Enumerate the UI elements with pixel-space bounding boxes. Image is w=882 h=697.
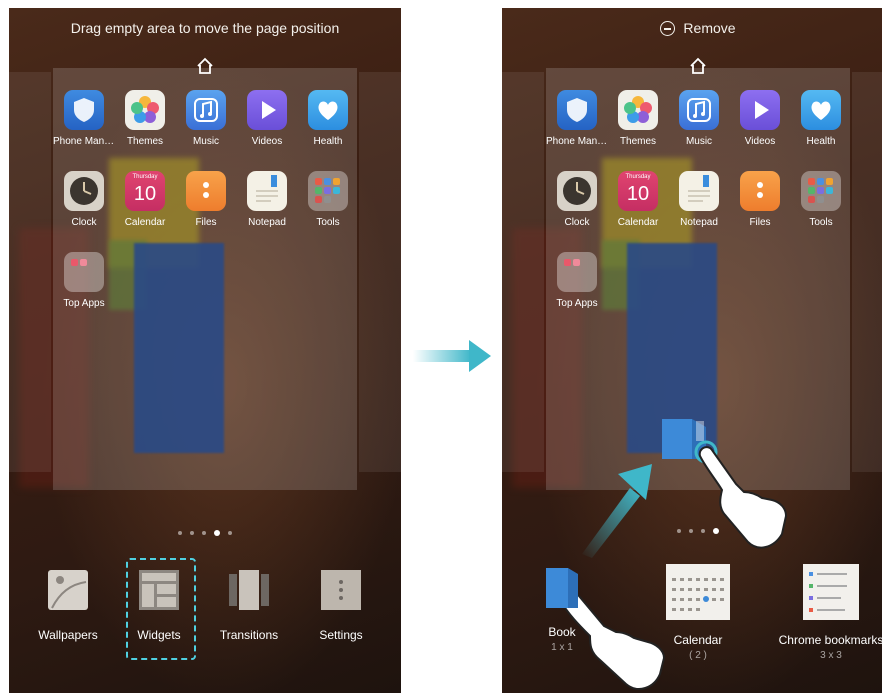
page-indicator[interactable] — [502, 520, 882, 538]
app-music[interactable]: Music — [668, 90, 730, 147]
app-files[interactable]: Files — [175, 171, 237, 228]
remove-drop-zone[interactable]: Remove — [502, 20, 882, 36]
transitions-button[interactable]: Transitions — [209, 568, 289, 642]
app-themes[interactable]: Themes — [114, 90, 176, 147]
flower-icon — [618, 90, 658, 130]
notepad-icon — [247, 171, 287, 211]
home-icon[interactable] — [688, 56, 708, 76]
app-clock[interactable]: Clock — [53, 171, 115, 228]
play-icon — [247, 90, 287, 130]
calendar-widget-icon — [666, 564, 730, 620]
right-phone-screen: Remove Phone Mana.. Themes Music Videos — [502, 8, 882, 693]
prev-page-preview[interactable] — [9, 72, 51, 472]
more-dots-icon — [319, 568, 363, 612]
clock-icon — [64, 171, 104, 211]
arrow-up-right-icon — [582, 464, 652, 558]
clock-icon — [557, 171, 597, 211]
shield-icon — [557, 90, 597, 130]
wallpaper-icon — [46, 568, 90, 612]
app-calendar[interactable]: Thursday 10 Calendar — [607, 171, 669, 228]
app-phone-manager[interactable]: Phone Mana.. — [546, 90, 608, 147]
widget-calendar[interactable]: Calendar ( 2 ) — [662, 564, 734, 661]
settings-button[interactable]: Settings — [301, 568, 381, 642]
shield-icon — [64, 90, 104, 130]
book-icon — [546, 568, 578, 608]
heart-icon — [801, 90, 841, 130]
calendar-icon: Thursday 10 — [125, 171, 165, 211]
transitions-icon — [227, 568, 271, 612]
folder-icon — [557, 252, 597, 292]
hand-pointer-icon — [694, 440, 788, 549]
calendar-icon: Thursday 10 — [618, 171, 658, 211]
app-folder-tools[interactable]: Tools — [297, 171, 359, 228]
app-health[interactable]: Health — [297, 90, 359, 147]
app-notepad[interactable]: Notepad — [668, 171, 730, 228]
music-icon — [186, 90, 226, 130]
app-phone-manager[interactable]: Phone Mana.. — [53, 90, 115, 147]
app-videos[interactable]: Videos — [729, 90, 791, 147]
app-notepad[interactable]: Notepad — [236, 171, 298, 228]
widget-chrome-bookmarks[interactable]: Chrome bookmarks 3 x 3 — [772, 564, 882, 661]
app-folder-top-apps[interactable]: Top Apps — [546, 252, 608, 309]
folder-icon — [186, 171, 226, 211]
app-calendar[interactable]: Thursday 10 Calendar — [114, 171, 176, 228]
widget-book[interactable]: Book 1 x 1 — [532, 564, 592, 653]
folder-icon — [740, 171, 780, 211]
bookmarks-widget-icon — [803, 564, 859, 620]
home-icon[interactable] — [195, 56, 215, 76]
wallpapers-button[interactable]: Wallpapers — [28, 568, 108, 642]
app-clock[interactable]: Clock — [546, 171, 608, 228]
folder-icon — [801, 171, 841, 211]
flower-icon — [125, 90, 165, 130]
wallpaper-paint — [134, 243, 224, 453]
play-icon — [740, 90, 780, 130]
app-health[interactable]: Health — [790, 90, 852, 147]
app-music[interactable]: Music — [175, 90, 237, 147]
widgets-button[interactable]: Widgets — [119, 568, 199, 642]
folder-icon — [308, 171, 348, 211]
page-indicator[interactable] — [9, 522, 401, 540]
folder-icon — [64, 252, 104, 292]
app-folder-top-apps[interactable]: Top Apps — [53, 252, 115, 309]
widgets-icon — [137, 568, 181, 612]
next-page-preview[interactable] — [852, 72, 882, 472]
app-files[interactable]: Files — [729, 171, 791, 228]
heart-icon — [308, 90, 348, 130]
notepad-icon — [679, 171, 719, 211]
music-icon — [679, 90, 719, 130]
left-phone-screen: Drag empty area to move the page positio… — [9, 8, 401, 693]
drag-hint-text: Drag empty area to move the page positio… — [70, 20, 340, 36]
arrow-right-icon — [413, 340, 491, 372]
app-videos[interactable]: Videos — [236, 90, 298, 147]
app-themes[interactable]: Themes — [607, 90, 669, 147]
app-folder-tools[interactable]: Tools — [790, 171, 852, 228]
prev-page-preview[interactable] — [502, 72, 544, 472]
remove-circle-icon — [660, 21, 676, 36]
next-page-preview[interactable] — [359, 72, 401, 472]
